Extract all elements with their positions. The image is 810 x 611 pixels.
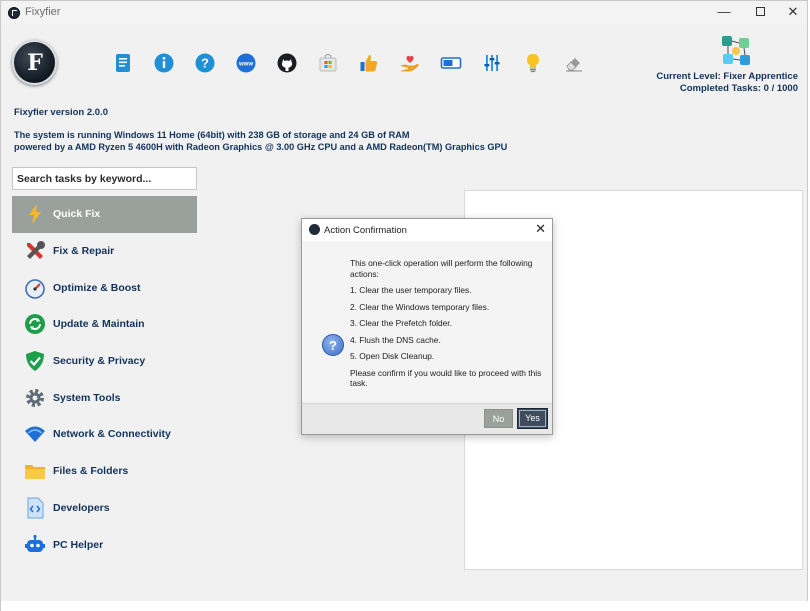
dialog-close-button[interactable]: ✕ bbox=[535, 221, 546, 237]
title-bar: Fixyfier — ✕ bbox=[1, 1, 807, 25]
sidebar-item-security-privacy[interactable]: Security & Privacy bbox=[12, 343, 197, 380]
sidebar-item-label: Quick Fix bbox=[53, 208, 101, 221]
dialog-step: 4. Flush the DNS cache. bbox=[350, 334, 441, 345]
eraser-icon[interactable] bbox=[553, 50, 594, 76]
windows-store-icon[interactable] bbox=[307, 50, 348, 76]
logo-glyph: F bbox=[27, 50, 43, 76]
settings-sliders-icon[interactable] bbox=[471, 50, 512, 76]
app-version: Fixyfier version 2.0.0 bbox=[14, 107, 108, 118]
code-file-icon bbox=[24, 497, 46, 519]
dialog-title: Action Confirmation bbox=[324, 225, 407, 236]
tools-icon bbox=[24, 240, 46, 262]
dialog-message: This one-click operation will perform th… bbox=[350, 258, 546, 395]
app-logo: F bbox=[12, 40, 57, 85]
sidebar-item-system-tools[interactable]: System Tools bbox=[12, 379, 197, 416]
donate-icon[interactable] bbox=[389, 50, 430, 76]
sidebar-item-label: PC Helper bbox=[53, 538, 104, 551]
dialog-intro: This one-click operation will perform th… bbox=[350, 258, 533, 279]
help-icon[interactable]: ? bbox=[184, 50, 225, 76]
system-info-line-1: The system is running Windows 11 Home (6… bbox=[14, 130, 410, 140]
github-icon[interactable] bbox=[266, 50, 307, 76]
sidebar-item-label: Update & Maintain bbox=[53, 318, 145, 331]
svg-text:www: www bbox=[237, 61, 252, 67]
dialog-step: 5. Open Disk Cleanup. bbox=[350, 351, 435, 361]
question-icon: ? bbox=[322, 334, 344, 356]
sidebar-item-developers[interactable]: Developers bbox=[12, 490, 197, 527]
dialog-title-bar: Action Confirmation ✕ bbox=[302, 219, 552, 241]
gear-icon bbox=[24, 387, 46, 409]
sidebar-item-optimize-boost[interactable]: Optimize & Boost bbox=[12, 269, 197, 306]
sidebar-item-label: Files & Folders bbox=[53, 465, 129, 478]
dialog-step: 3. Clear the Prefetch folder. bbox=[350, 318, 452, 328]
sidebar-item-label: Developers bbox=[53, 501, 110, 514]
sidebar-item-files-folders[interactable]: Files & Folders bbox=[12, 453, 197, 490]
window-title: Fixyfier bbox=[25, 6, 61, 18]
wifi-icon bbox=[24, 423, 46, 445]
dialog-footer: No Yes bbox=[302, 403, 552, 434]
sidebar-item-label: Fix & Repair bbox=[53, 245, 115, 258]
sidebar-item-pc-helper[interactable]: PC Helper bbox=[12, 526, 197, 563]
toggle-icon[interactable] bbox=[430, 50, 471, 76]
sidebar: Quick Fix Fix & Repair Optimize & Boost … bbox=[12, 196, 197, 563]
sidebar-item-label: Network & Connectivity bbox=[53, 428, 171, 441]
svg-text:?: ? bbox=[201, 56, 209, 71]
thumbs-up-icon[interactable] bbox=[348, 50, 389, 76]
completed-tasks: Completed Tasks: 0 / 1000 bbox=[679, 83, 798, 94]
info-icon[interactable] bbox=[143, 50, 184, 76]
current-level: Current Level: Fixer Apprentice bbox=[656, 71, 798, 82]
maximize-button[interactable] bbox=[742, 1, 778, 25]
action-confirmation-dialog: Action Confirmation ✕ ? This one-click o… bbox=[301, 218, 553, 435]
dialog-app-icon bbox=[309, 224, 320, 235]
dialog-step: 1. Clear the user temporary files. bbox=[350, 285, 472, 295]
search-box bbox=[12, 167, 197, 190]
sidebar-item-network-connectivity[interactable]: Network & Connectivity bbox=[12, 416, 197, 453]
lightning-icon bbox=[24, 203, 46, 225]
dialog-step: 2. Clear the Windows temporary files. bbox=[350, 301, 490, 312]
bottom-strip bbox=[1, 601, 809, 611]
app-window: Fixyfier — ✕ F ? www Current Level: Fixe… bbox=[0, 0, 809, 611]
robot-icon bbox=[24, 534, 46, 556]
sidebar-item-update-maintain[interactable]: Update & Maintain bbox=[12, 306, 197, 343]
close-button[interactable]: ✕ bbox=[775, 1, 810, 25]
maximize-icon bbox=[755, 7, 765, 17]
sidebar-item-label: Optimize & Boost bbox=[53, 281, 141, 294]
tips-lightbulb-icon[interactable] bbox=[512, 50, 553, 76]
no-button[interactable]: No bbox=[484, 409, 513, 428]
level-info: Current Level: Fixer Apprentice Complete… bbox=[656, 71, 798, 95]
refresh-icon bbox=[24, 313, 46, 335]
system-info-line-2: powered by a AMD Ryzen 5 4600H with Rade… bbox=[14, 142, 508, 152]
system-info: The system is running Windows 11 Home (6… bbox=[14, 129, 507, 153]
search-input[interactable] bbox=[13, 168, 196, 189]
toolbar: ? www bbox=[102, 50, 594, 76]
shield-icon bbox=[24, 350, 46, 372]
app-icon bbox=[8, 7, 20, 19]
sidebar-item-quick-fix[interactable]: Quick Fix bbox=[12, 196, 197, 233]
speedometer-icon bbox=[24, 277, 46, 299]
dialog-outro: Please confirm if you would like to proc… bbox=[350, 367, 542, 389]
sidebar-item-label: System Tools bbox=[53, 391, 121, 404]
documentation-icon[interactable] bbox=[102, 50, 143, 76]
minimize-button[interactable]: — bbox=[706, 1, 742, 25]
folder-icon bbox=[24, 460, 46, 482]
sidebar-item-fix-repair[interactable]: Fix & Repair bbox=[12, 233, 197, 270]
dialog-body: ? This one-click operation will perform … bbox=[302, 241, 552, 405]
yes-button[interactable]: Yes bbox=[517, 408, 548, 429]
website-icon[interactable]: www bbox=[225, 50, 266, 76]
level-badge-icon bbox=[719, 34, 753, 68]
sidebar-item-label: Security & Privacy bbox=[53, 355, 146, 368]
